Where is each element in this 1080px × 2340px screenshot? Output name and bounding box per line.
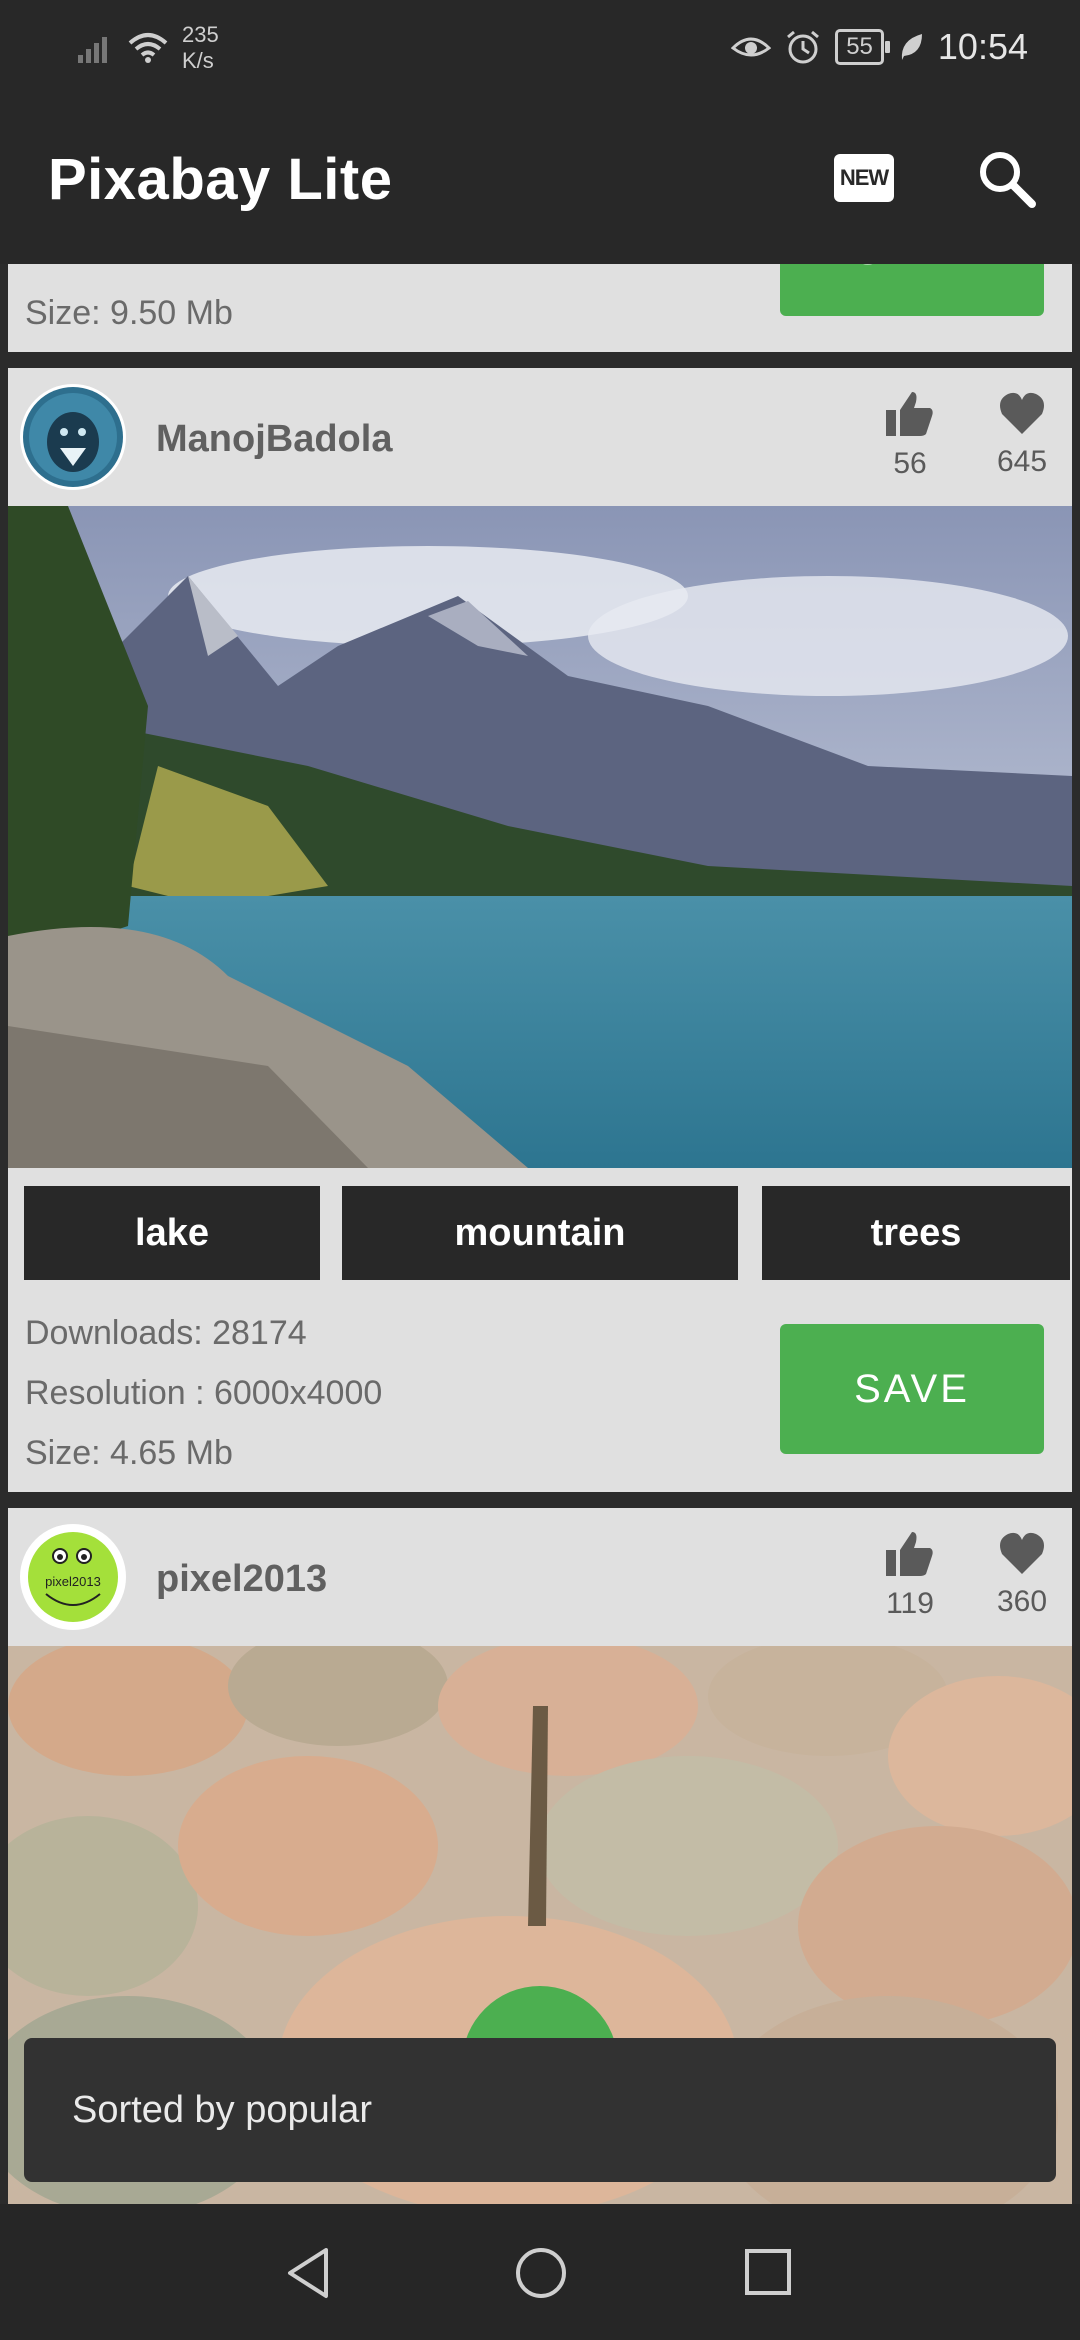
avatar-image	[23, 387, 123, 487]
likes-count: 56	[893, 447, 927, 480]
tag-chip[interactable]: trees	[762, 1186, 1070, 1280]
avatar-label: pixel2013	[45, 1574, 101, 1589]
search-icon[interactable]	[974, 146, 1038, 210]
author-name[interactable]: pixel2013	[156, 1558, 327, 1601]
heart-icon	[1000, 1532, 1044, 1574]
downloads-text: Downloads: 28174	[25, 1314, 307, 1352]
net-speed-unit: K/s	[182, 48, 214, 73]
card-header: pixel2013 pixel2013 119 360	[8, 1508, 1072, 1646]
resolution-text: Resolution : 6000x4000	[25, 1374, 383, 1412]
clock: 10:54	[937, 26, 1028, 67]
tag-row: lake mountain trees	[24, 1186, 1072, 1280]
heart-icon	[1000, 392, 1044, 434]
battery-icon: 55	[835, 29, 890, 65]
avatar[interactable]: pixel2013	[20, 1524, 126, 1630]
save-button[interactable]: SAVE	[780, 1324, 1044, 1454]
new-icon[interactable]: NEW	[834, 154, 894, 202]
photo-card: Size: 9.50 Mb SAVE	[8, 264, 1072, 352]
tag-chip[interactable]: lake	[24, 1186, 320, 1280]
size-text: Size: 4.65 Mb	[25, 1434, 233, 1472]
thumb-up-icon	[886, 392, 933, 436]
favorites-count: 645	[996, 445, 1048, 478]
size-text: Size: 9.50 Mb	[25, 294, 233, 332]
net-speed: 235 K/s	[182, 22, 219, 74]
status-left: 235 K/s	[78, 22, 219, 74]
status-bar: 235 K/s 55 10:54	[0, 0, 1080, 96]
status-right: 55 10:54	[731, 26, 1028, 68]
alarm-icon	[787, 30, 820, 64]
app-title: Pixabay Lite	[48, 147, 393, 212]
snackbar-message: Sorted by popular	[72, 2088, 372, 2131]
avatar[interactable]	[20, 384, 126, 490]
likes-stat[interactable]: 56	[870, 390, 950, 481]
net-speed-value: 235	[182, 22, 219, 47]
photo-feed[interactable]: Size: 9.50 Mb SAVE ManojBadola	[0, 264, 1080, 2204]
snackbar: Sorted by popular	[24, 2038, 1056, 2182]
back-icon[interactable]	[284, 2246, 332, 2300]
leaf-icon	[901, 34, 922, 60]
favorites-stat[interactable]: 645	[982, 390, 1062, 479]
favorites-count: 360	[996, 1585, 1048, 1618]
photo-card: ManojBadola 56 645 lake mountain trees D…	[8, 368, 1072, 1492]
likes-count: 119	[886, 1587, 934, 1620]
thumb-up-icon	[886, 1532, 933, 1576]
avatar-image: pixel2013	[23, 1527, 123, 1627]
app-bar: Pixabay Lite NEW	[0, 96, 1080, 264]
recents-icon[interactable]	[744, 2248, 792, 2296]
photo-image[interactable]	[8, 506, 1072, 1168]
card-header: ManojBadola 56 645	[8, 368, 1072, 506]
likes-stat[interactable]: 119	[870, 1530, 950, 1621]
system-nav-bar	[0, 2204, 1080, 2340]
home-icon[interactable]	[514, 2246, 568, 2300]
author-name[interactable]: ManojBadola	[156, 418, 392, 461]
eye-icon	[731, 37, 772, 57]
lake-mountain-photo	[8, 506, 1072, 1168]
wifi-icon	[128, 33, 168, 63]
save-button[interactable]: SAVE	[780, 264, 1044, 316]
favorites-stat[interactable]: 360	[982, 1530, 1062, 1619]
tag-chip[interactable]: mountain	[342, 1186, 738, 1280]
signal-icon	[78, 37, 107, 63]
